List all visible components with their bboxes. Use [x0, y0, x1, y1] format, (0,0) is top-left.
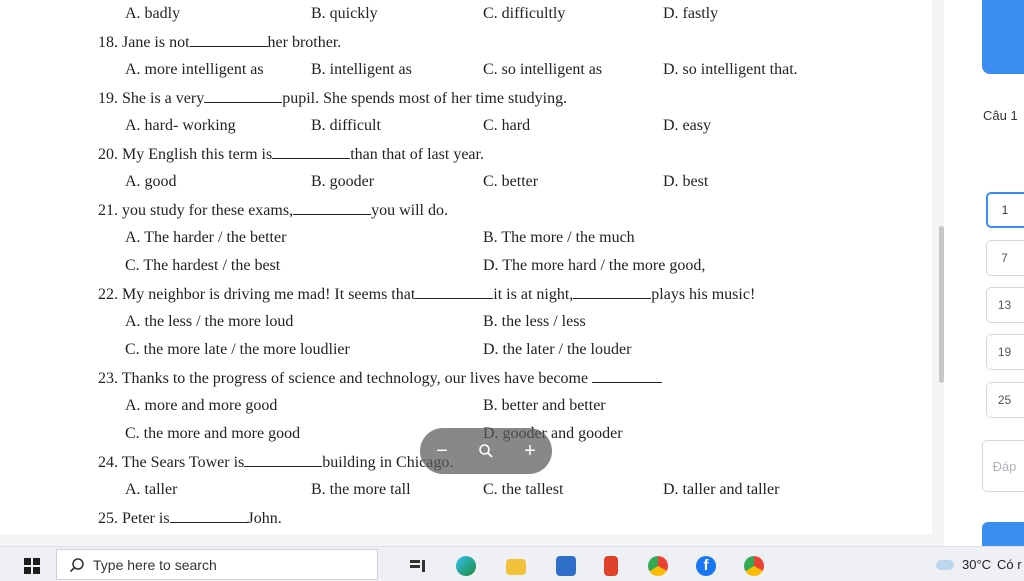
q17-option-d: D. fastly — [663, 5, 719, 22]
q20-option-a: A. good — [125, 173, 177, 190]
question-button-19[interactable]: 19 — [986, 334, 1024, 370]
facebook-icon[interactable]: f — [696, 556, 716, 576]
q19-option-b: B. difficult — [311, 117, 381, 134]
q22-option-b: B. the less / less — [483, 313, 586, 330]
magnifier-icon[interactable] — [471, 436, 501, 466]
weather-desc: Có r — [997, 557, 1022, 572]
q24-option-c: C. the tallest — [483, 481, 564, 498]
taskbar: Type here to search f 30°C Có r — [0, 546, 1024, 581]
q17-option-c: C. difficultly — [483, 5, 566, 22]
weather-widget[interactable]: 30°C Có r — [936, 557, 1022, 572]
q24-option-d: D. taller and taller — [663, 481, 780, 498]
q18-option-b: B. intelligent as — [311, 61, 412, 78]
zoom-controls: − + — [420, 428, 552, 474]
q24-option-a: A. taller — [125, 481, 178, 498]
cloud-icon — [936, 559, 954, 570]
taskbar-search-box[interactable]: Type here to search — [56, 549, 378, 580]
q21-option-d: D. The more hard / the more good, — [483, 257, 706, 274]
q24-option-b: B. the more tall — [311, 481, 411, 498]
answer-field[interactable]: Đáp — [982, 440, 1024, 492]
q21-option-a: A. The harder / the better — [125, 229, 287, 246]
question-label: Câu 1 — [983, 108, 1018, 123]
q22-stem: 22. My neighbor is driving me mad! It se… — [98, 286, 756, 303]
question-button-13[interactable]: 13 — [986, 287, 1024, 323]
q21-option-c: C. The hardest / the best — [125, 257, 281, 274]
q18-stem: 18. Jane is not her brother. — [98, 34, 342, 51]
q20-option-d: D. best — [663, 173, 709, 190]
q19-option-c: C. hard — [483, 117, 531, 134]
q22-option-c: C. the more late / the more loudlier — [125, 341, 350, 358]
q18-option-c: C. so intelligent as — [483, 61, 603, 78]
q18-option-d: D. so intelligent that. — [663, 61, 798, 78]
q25-stem: 25. Peter is John. — [98, 510, 282, 527]
q21-option-b: B. The more / the much — [483, 229, 635, 246]
chrome-profile-icon[interactable] — [744, 556, 764, 576]
q18-option-a: A. more intelligent as — [125, 61, 264, 78]
q22-option-d: D. the later / the louder — [483, 341, 632, 358]
weather-temp: 30°C — [962, 557, 992, 572]
q20-option-b: B. gooder — [311, 173, 375, 190]
q21-stem: 21. you study for these exams, you will d… — [98, 202, 448, 219]
q24-stem: 24. The Sears Tower is building in Chicag… — [98, 454, 454, 471]
q17-option-b: B. quickly — [311, 5, 378, 22]
q19-option-d: D. easy — [663, 117, 711, 134]
q20-stem: 20. My English this term is than that of … — [98, 146, 484, 163]
q23-option-c: C. the more and more good — [125, 425, 301, 442]
zoom-in-button[interactable]: + — [515, 436, 545, 466]
zoom-out-button[interactable]: − — [427, 436, 457, 466]
q19-option-a: A. hard- working — [125, 117, 236, 134]
windows-start-icon[interactable] — [24, 558, 40, 574]
q19-stem: 19. She is a very pupil. She spends most … — [98, 90, 568, 107]
q22-option-a: A. the less / the more loud — [125, 313, 294, 330]
edge-browser-icon[interactable] — [456, 556, 476, 576]
mail-icon[interactable] — [556, 556, 576, 576]
question-button-25[interactable]: 25 — [986, 382, 1024, 418]
q23-option-b: B. better and better — [483, 397, 606, 414]
question-button-1[interactable]: 1 — [986, 192, 1024, 228]
office-icon[interactable] — [604, 556, 618, 576]
search-placeholder: Type here to search — [93, 556, 217, 573]
q20-option-c: C. better — [483, 173, 539, 190]
top-action-button[interactable] — [982, 0, 1024, 74]
task-view-icon[interactable] — [408, 556, 428, 576]
q23-stem: 23. Thanks to the progress of science an… — [98, 368, 663, 389]
search-icon — [69, 557, 85, 573]
q23-option-a: A. more and more good — [125, 397, 278, 414]
file-explorer-icon[interactable] — [506, 559, 526, 575]
question-button-7[interactable]: 7 — [986, 240, 1024, 276]
q17-option-a: A. badly — [125, 5, 181, 22]
chrome-icon[interactable] — [648, 556, 668, 576]
